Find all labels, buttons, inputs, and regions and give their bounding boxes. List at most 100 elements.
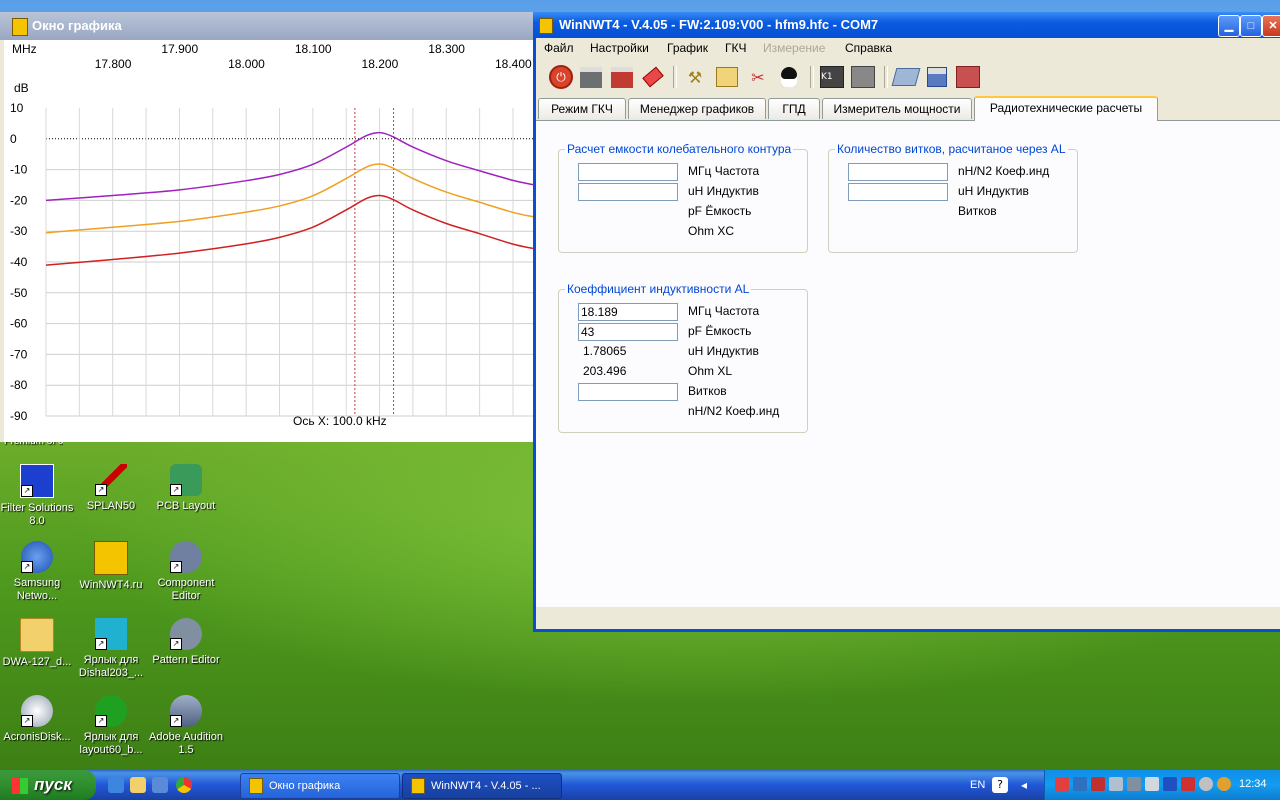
reactance-xl-label: Ohm XL bbox=[688, 364, 733, 378]
delete-icon[interactable] bbox=[955, 64, 981, 90]
main-window-titlebar[interactable]: WinNWT4 - V.4.05 - FW:2.109:V00 - hfm9.h… bbox=[533, 12, 1280, 38]
tray-expand-icon[interactable]: ◂ bbox=[1016, 777, 1032, 793]
power-icon[interactable]: ⏻ bbox=[548, 64, 574, 90]
pattern-editor-icon: ↗ bbox=[170, 618, 202, 650]
printer-color-icon[interactable] bbox=[609, 64, 635, 90]
main-window-body: Файл Настройки График ГКЧ Измерение Спра… bbox=[536, 38, 1280, 629]
desktop-icon-filter-solutions[interactable]: ↗ Filter Solutions 8.0 bbox=[0, 464, 74, 528]
desktop-icon-splan50[interactable]: ↗ SPLAN50 bbox=[74, 464, 148, 513]
inductance-input-2[interactable] bbox=[848, 183, 948, 201]
main-window-title: WinNWT4 - V.4.05 - FW:2.109:V00 - hfm9.h… bbox=[559, 17, 879, 32]
inductance-input[interactable] bbox=[578, 183, 678, 201]
menu-file[interactable]: Файл bbox=[544, 41, 574, 55]
y-tick-label: -90 bbox=[10, 409, 28, 423]
desktop-icon-acronis[interactable]: ↗ AcronisDisk... bbox=[0, 695, 74, 744]
screwdriver-icon[interactable]: ✂ bbox=[745, 64, 771, 90]
ati-icon[interactable] bbox=[1091, 777, 1105, 791]
inductance-label-2: uH Индуктив bbox=[958, 184, 1029, 198]
close-button[interactable]: ✕ bbox=[1262, 15, 1280, 37]
show-desktop-icon[interactable] bbox=[152, 777, 168, 793]
printer-icon[interactable] bbox=[578, 64, 604, 90]
group-tank-capacitance-title: Расчет емкости колебательного контура bbox=[565, 142, 794, 156]
capacitance-label-3: pF Ёмкость bbox=[688, 324, 752, 338]
chart-icon[interactable] bbox=[714, 64, 740, 90]
component-editor-icon: ↗ bbox=[170, 541, 202, 573]
pencil-icon: ↗ bbox=[95, 464, 127, 496]
explorer-icon[interactable] bbox=[130, 777, 146, 793]
desktop-icon-layout60[interactable]: ↗ Ярлык для layout60_b... bbox=[74, 695, 148, 757]
audio-icon[interactable] bbox=[1127, 777, 1141, 791]
network-icon[interactable] bbox=[1073, 777, 1087, 791]
update-icon[interactable] bbox=[1217, 777, 1231, 791]
menu-settings[interactable]: Настройки bbox=[590, 41, 649, 55]
desktop-icon-winnwt4[interactable]: WinNWT4.ru bbox=[74, 541, 148, 592]
desktop-icon-pattern-editor[interactable]: ↗ Pattern Editor bbox=[149, 618, 223, 667]
save-icon[interactable] bbox=[924, 64, 950, 90]
maximize-button[interactable]: □ bbox=[1240, 15, 1262, 37]
capacitance-label: pF Ёмкость bbox=[688, 204, 752, 218]
monitor-icon[interactable] bbox=[1109, 777, 1123, 791]
language-indicator[interactable]: EN bbox=[970, 779, 985, 791]
desktop-icon-dishal[interactable]: ↗ Ярлык для Dishal203_... bbox=[74, 618, 148, 680]
graph-window-titlebar[interactable]: Окно графика bbox=[0, 12, 533, 40]
security-icon[interactable] bbox=[1055, 777, 1069, 791]
turns-input[interactable] bbox=[578, 383, 678, 401]
main-window[interactable]: WinNWT4 - V.4.05 - FW:2.109:V00 - hfm9.h… bbox=[533, 12, 1280, 632]
y-tick-label: -50 bbox=[10, 286, 28, 300]
chart-k2-icon[interactable] bbox=[850, 64, 876, 90]
capacitance-input-3[interactable]: 43 bbox=[578, 323, 678, 341]
start-button[interactable]: пуск bbox=[0, 770, 96, 800]
toolbar: ⏻ ⚒ ✂ K1 bbox=[536, 62, 1280, 94]
tab-sweep-mode[interactable]: Режим ГКЧ bbox=[538, 98, 626, 119]
dishal-icon: ↗ bbox=[95, 618, 127, 650]
speaker-icon[interactable] bbox=[1199, 777, 1213, 791]
top-tick-label: 18.100 bbox=[295, 42, 332, 56]
menu-measure[interactable]: Измерение bbox=[763, 41, 825, 55]
y-tick-label: 10 bbox=[10, 101, 24, 115]
antivirus-icon[interactable] bbox=[1181, 777, 1195, 791]
adobe-audition-icon: ↗ bbox=[170, 695, 202, 727]
y-tick-label: -70 bbox=[10, 347, 28, 361]
top-tick-label: 17.800 bbox=[95, 57, 132, 71]
task-graph-window[interactable]: Окно графика bbox=[240, 773, 400, 799]
chart-k1-icon[interactable]: K1 bbox=[819, 64, 845, 90]
desktop-icon-samsung[interactable]: ↗ Samsung Netwo... bbox=[0, 541, 74, 603]
desktop-icon-dwa127[interactable]: DWA-127_d... bbox=[0, 618, 74, 669]
reactance-xc-label: Ohm XC bbox=[688, 224, 735, 238]
frequency-input[interactable] bbox=[578, 163, 678, 181]
chrome-icon[interactable] bbox=[176, 777, 192, 793]
menu-help[interactable]: Справка bbox=[845, 41, 892, 55]
plot-area[interactable]: MHz dB Ось X: 100.0 kHz 10 0 -10 -20 -30 -40-… bbox=[4, 40, 575, 442]
desktop-icon-adobe-audition[interactable]: ↗ Adobe Audition 1.5 bbox=[149, 695, 223, 757]
series-line-2 bbox=[45, 194, 534, 266]
bluetooth-icon[interactable] bbox=[1163, 777, 1177, 791]
display-icon[interactable] bbox=[1145, 777, 1159, 791]
help-icon[interactable]: ? bbox=[992, 777, 1008, 793]
graph-window[interactable]: Окно графика MHz dB Ось X: 100.0 kHz 10 0… bbox=[0, 12, 575, 442]
al-coefficient-input[interactable] bbox=[848, 163, 948, 181]
turns-label-3: Витков bbox=[688, 384, 727, 398]
windows-flag-icon bbox=[12, 777, 28, 794]
graph-window-title: Окно графика bbox=[32, 18, 122, 33]
pcb-layout-icon: ↗ bbox=[170, 464, 202, 496]
frequency-input-3[interactable]: 18.189 bbox=[578, 303, 678, 321]
folder-open-icon[interactable] bbox=[891, 64, 921, 90]
tools-icon[interactable]: ⚒ bbox=[682, 64, 708, 90]
tux-icon[interactable] bbox=[776, 64, 802, 90]
eraser-icon[interactable] bbox=[640, 64, 666, 90]
ie-icon[interactable] bbox=[108, 777, 124, 793]
tab-power-meter[interactable]: Измеритель мощности bbox=[822, 98, 972, 119]
winnwt4-app-icon bbox=[411, 778, 425, 795]
menu-graph[interactable]: График bbox=[667, 41, 708, 55]
y-tick-label: -20 bbox=[10, 193, 28, 207]
top-tick-label: 18.300 bbox=[428, 42, 465, 56]
task-winnwt4[interactable]: WinNWT4 - V.4.05 - ... bbox=[402, 773, 562, 799]
menu-sweep[interactable]: ГКЧ bbox=[725, 41, 747, 55]
minimize-button[interactable]: ▁ bbox=[1218, 15, 1240, 37]
tab-graph-manager[interactable]: Менеджер графиков bbox=[628, 98, 766, 119]
tab-rf-calculations[interactable]: Радиотехнические расчеты bbox=[974, 96, 1158, 121]
y-axis-unit: dB bbox=[14, 81, 29, 95]
desktop-icon-pcb-layout[interactable]: ↗ PCB Layout bbox=[149, 464, 223, 513]
tab-vfo[interactable]: ГПД bbox=[768, 98, 820, 119]
desktop-icon-component-editor[interactable]: ↗ Component Editor bbox=[149, 541, 223, 603]
